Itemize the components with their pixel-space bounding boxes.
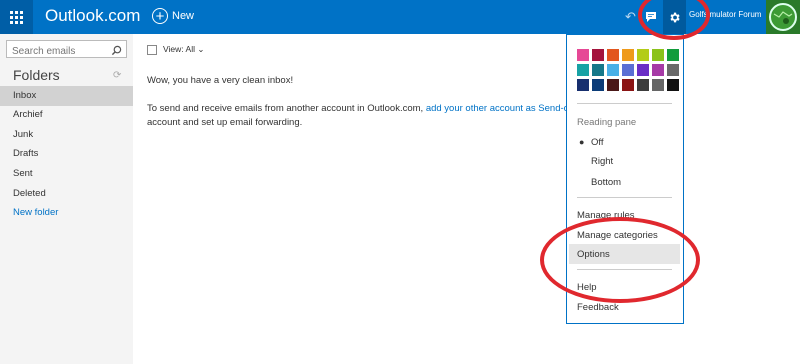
folder-drafts[interactable]: Drafts	[0, 144, 133, 164]
theme-color-swatch[interactable]	[577, 79, 589, 91]
reading-pane-right[interactable]: Right	[591, 156, 613, 167]
settings-menu: Reading pane ● Off Right Bottom Manage r…	[566, 34, 684, 324]
theme-color-swatch[interactable]	[592, 49, 604, 61]
new-label: New	[172, 10, 195, 22]
theme-color-swatch[interactable]	[667, 79, 679, 91]
manage-categories-item[interactable]: Manage categories	[577, 230, 658, 241]
feedback-item[interactable]: Feedback	[577, 302, 619, 313]
reading-pane-label: Reading pane	[577, 117, 637, 128]
user-name[interactable]: Golfsimulator Forum	[689, 10, 761, 19]
theme-color-swatch[interactable]	[592, 64, 604, 76]
send-only-text-start: To send and receive emails from another …	[147, 103, 426, 114]
theme-color-swatch[interactable]	[652, 49, 664, 61]
theme-color-swatch[interactable]	[622, 49, 634, 61]
folder-junk[interactable]: Junk	[0, 125, 133, 145]
theme-color-swatch[interactable]	[637, 49, 649, 61]
theme-color-swatch[interactable]	[577, 49, 589, 61]
select-all-checkbox[interactable]	[147, 44, 157, 55]
new-message-button[interactable]: + New	[152, 8, 194, 24]
settings-button[interactable]	[663, 0, 686, 34]
refresh-icon[interactable]: ⟳	[113, 70, 121, 81]
folder-deleted[interactable]: Deleted	[0, 184, 133, 204]
reading-pane-bottom[interactable]: Bottom	[591, 177, 621, 188]
theme-color-swatch[interactable]	[667, 49, 679, 61]
send-only-text: To send and receive emails from another …	[147, 103, 581, 114]
app-title[interactable]: Outlook.com	[45, 6, 140, 26]
gear-icon	[670, 12, 680, 22]
view-filter[interactable]: View: All ⌄	[163, 44, 204, 55]
theme-color-swatch[interactable]	[652, 64, 664, 76]
send-only-link[interactable]: add your other account as Send-only	[426, 103, 581, 114]
message-toolbar: View: All ⌄	[147, 44, 204, 55]
manage-rules-item[interactable]: Manage rules	[577, 210, 635, 221]
menu-divider	[577, 103, 672, 104]
menu-divider	[577, 269, 672, 270]
sidebar: Folders ⟳ Inbox Archief Junk Drafts Sent…	[0, 34, 133, 364]
folder-archief[interactable]: Archief	[0, 105, 133, 125]
theme-color-swatch[interactable]	[622, 79, 634, 91]
theme-color-swatch[interactable]	[622, 64, 634, 76]
search-box[interactable]	[6, 40, 127, 61]
app-launcher-button[interactable]	[0, 0, 33, 34]
plus-icon: +	[152, 8, 168, 24]
theme-color-swatch[interactable]	[607, 79, 619, 91]
menu-divider	[577, 197, 672, 198]
theme-color-swatch[interactable]	[592, 79, 604, 91]
top-bar: Outlook.com + New ↶ Golfsimulator Forum	[0, 0, 800, 34]
options-item[interactable]: Options	[577, 249, 610, 260]
selected-bullet-icon: ●	[579, 137, 585, 147]
folder-sent[interactable]: Sent	[0, 164, 133, 184]
theme-color-swatch[interactable]	[577, 64, 589, 76]
search-input[interactable]	[7, 43, 112, 60]
folders-heading: Folders	[13, 67, 60, 83]
undo-icon[interactable]: ↶	[625, 9, 636, 25]
theme-color-swatch[interactable]	[607, 64, 619, 76]
theme-color-picker	[577, 49, 679, 91]
theme-color-swatch[interactable]	[637, 64, 649, 76]
send-only-text-end: account and set up email forwarding.	[147, 117, 303, 128]
new-folder-link[interactable]: New folder	[0, 203, 133, 223]
avatar[interactable]	[766, 0, 800, 34]
search-icon[interactable]	[111, 43, 122, 61]
chevron-down-icon: ⌄	[197, 44, 205, 54]
reading-pane-off[interactable]: Off	[591, 137, 604, 148]
help-item[interactable]: Help	[577, 282, 597, 293]
waffle-icon	[10, 10, 23, 24]
theme-color-swatch[interactable]	[637, 79, 649, 91]
theme-color-swatch[interactable]	[652, 79, 664, 91]
theme-color-swatch[interactable]	[607, 49, 619, 61]
view-filter-label: View: All	[163, 44, 195, 54]
theme-color-swatch[interactable]	[667, 64, 679, 76]
empty-inbox-message: Wow, you have a very clean inbox!	[147, 75, 294, 86]
folder-inbox[interactable]: Inbox	[0, 86, 133, 106]
chat-icon[interactable]	[645, 10, 657, 28]
